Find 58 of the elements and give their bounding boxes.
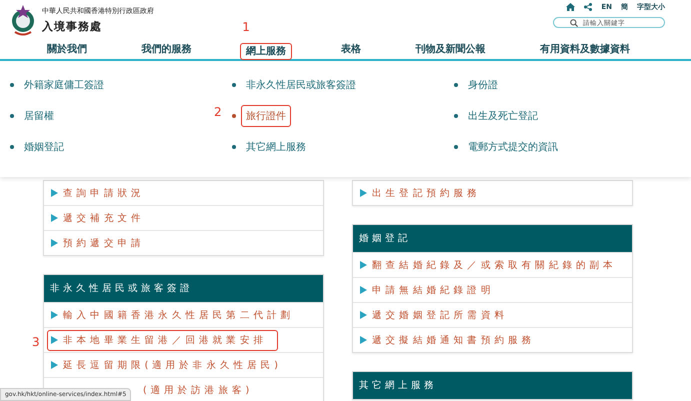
nav-link[interactable]: 關於我們 — [41, 38, 93, 58]
bullet-icon — [454, 83, 458, 87]
service-link[interactable]: 申請無結婚紀錄證明 — [356, 280, 506, 300]
bullet-icon — [232, 145, 236, 149]
triangle-icon — [51, 239, 58, 247]
emblem-icon — [10, 4, 36, 36]
callout-number: 2 — [214, 105, 222, 119]
triangle-icon — [360, 189, 367, 197]
nav-link[interactable]: 刊物及新聞公報 — [409, 38, 492, 58]
menu-item[interactable]: 外籍家庭傭工簽證 — [19, 74, 109, 96]
menu-item[interactable]: 非永久性居民或旅客簽證 — [241, 74, 361, 96]
triangle-icon — [360, 286, 367, 294]
section-header: 非永久性居民或旅客簽證 — [44, 275, 323, 302]
triangle-icon — [51, 311, 58, 319]
bullet-icon — [232, 114, 236, 118]
menu-item[interactable]: 身份證 — [463, 74, 503, 96]
search-icon — [570, 18, 578, 26]
menu-item[interactable]: 旅行證件 — [241, 105, 291, 127]
nav-link[interactable]: 網上服務 — [240, 43, 292, 60]
bullet-icon — [232, 83, 236, 87]
service-link[interactable]: 查詢申請狀況 — [47, 182, 156, 204]
service-link[interactable]: 輸入中國籍香港永久性居民第二代計劃 — [47, 304, 306, 326]
menu-item[interactable]: 其它網上服務 — [241, 136, 311, 158]
service-link[interactable]: 遞交補充文件 — [47, 208, 156, 228]
nav-link[interactable]: 我們的服務 — [136, 38, 198, 58]
menu-item[interactable]: 婚姻登記 — [19, 136, 69, 158]
callout-number: 1 — [242, 20, 250, 34]
bullet-icon — [10, 83, 14, 87]
section-header: 其它網上服務 — [353, 372, 632, 399]
menu-item[interactable]: 居留權 — [19, 105, 59, 127]
triangle-icon — [51, 361, 58, 369]
service-link[interactable]: 預約遞交申請 — [47, 232, 156, 254]
service-link[interactable]: 非本地畢業生留港／回港就業安排 — [47, 330, 278, 350]
bullet-icon — [10, 145, 14, 149]
triangle-icon — [51, 336, 58, 344]
bullet-icon — [10, 114, 14, 118]
department-name: 入境事務處 — [42, 18, 103, 34]
callout-number: 3 — [32, 335, 40, 349]
triangle-icon — [51, 189, 58, 197]
menu-item[interactable]: 出生及死亡登記 — [463, 105, 543, 127]
bullet-icon — [454, 114, 458, 118]
bullet-icon — [454, 145, 458, 149]
triangle-icon — [51, 214, 58, 222]
menu-item[interactable]: 電郵方式提交的資訊 — [463, 136, 563, 158]
share-icon — [584, 3, 592, 11]
triangle-icon — [360, 311, 367, 319]
service-link[interactable]: 遞交擬結婚通知書預約服務 — [356, 330, 546, 350]
triangle-icon — [360, 336, 367, 344]
nav-link[interactable]: 有用資料及數據資料 — [534, 38, 636, 58]
triangle-icon — [360, 261, 367, 269]
service-link[interactable]: 遞交婚姻登記所需資料 — [356, 304, 519, 326]
nav-link[interactable]: 表格 — [334, 38, 367, 58]
service-link[interactable]: 翻查結婚紀錄及／或索取有關紀錄的副本 — [356, 254, 628, 276]
service-link[interactable]: (適用於訪港旅客) — [139, 380, 264, 400]
section-header: 婚姻登記 — [353, 225, 632, 252]
service-link[interactable]: 延長逗留期限(適用於非永久性居民) — [47, 354, 293, 376]
service-link[interactable]: 出生登記預約服務 — [356, 182, 492, 204]
home-icon — [566, 3, 576, 11]
